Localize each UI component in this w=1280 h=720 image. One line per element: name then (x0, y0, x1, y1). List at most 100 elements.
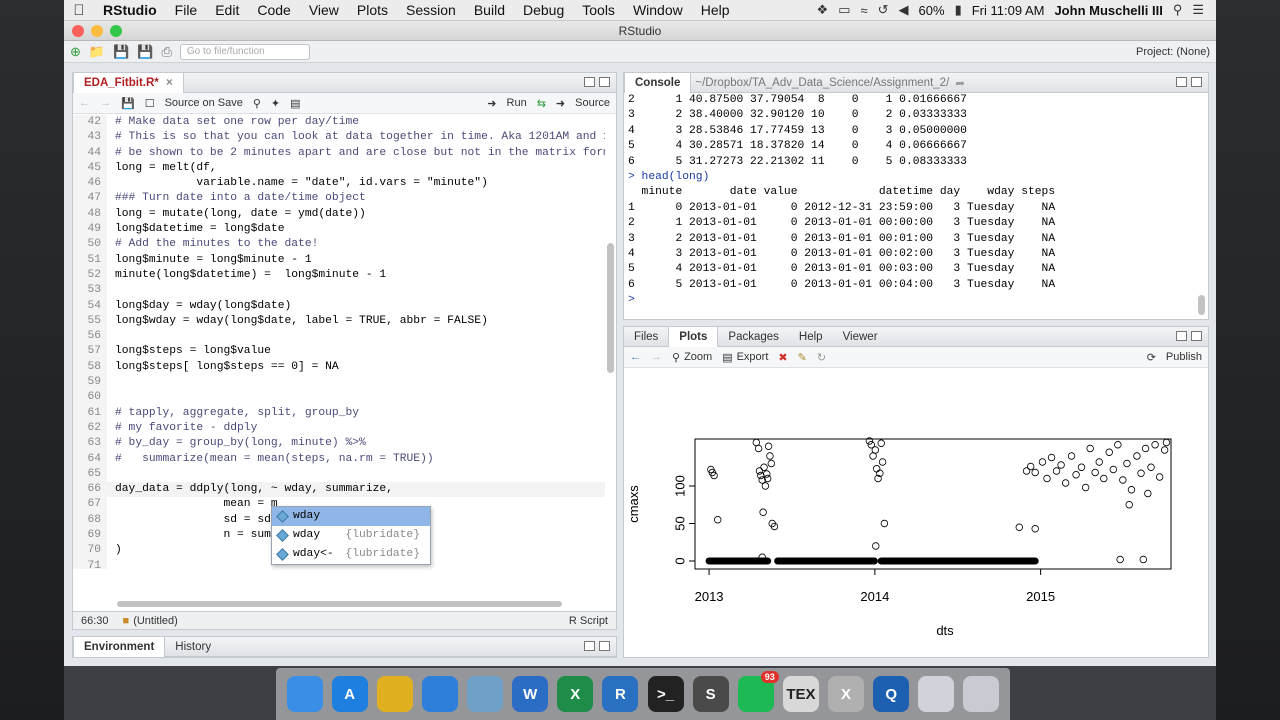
console-output[interactable]: 2 1 40.87500 37.79054 8 0 1 0.01666667 3 … (624, 93, 1208, 313)
code-line[interactable]: 62 # my favorite - ddply (73, 420, 605, 437)
new-file-icon[interactable]: ⊕ (70, 44, 81, 60)
tab-packages[interactable]: Packages (718, 327, 789, 347)
code-line[interactable]: 61 # tapply, aggregate, split, group_by (73, 405, 605, 421)
code-line[interactable]: 42 # Make data set one row per day/time (73, 115, 605, 131)
tab-files[interactable]: Files (624, 327, 668, 347)
volume-icon[interactable]: ◀ (899, 2, 909, 18)
code-line[interactable]: 44 # be shown to be 2 minutes apart and a… (73, 145, 605, 161)
menu-tools[interactable]: Tools (573, 2, 624, 18)
project-menu[interactable]: Project: (None) (1136, 46, 1210, 58)
save-file-icon[interactable]: 💾 (121, 97, 135, 110)
menu-file[interactable]: File (166, 2, 207, 18)
zoom-icon[interactable]: ⚲ (672, 351, 680, 364)
time-machine-icon[interactable]: ↺ (878, 2, 889, 18)
code-line[interactable]: 54 long$day = wday(long$date) (73, 298, 605, 314)
code-line[interactable]: 56 (73, 329, 605, 345)
menu-session[interactable]: Session (397, 2, 465, 18)
code-editor[interactable]: 42 # Make data set one row per day/time 43… (73, 115, 605, 569)
x11-icon[interactable]: X (828, 676, 865, 712)
clear-plots-icon[interactable]: ✎ (798, 351, 807, 364)
run-arrow-icon[interactable]: ➜ (487, 97, 496, 110)
open-project-icon[interactable]: 📁 (89, 44, 105, 60)
preview-icon[interactable] (467, 676, 504, 712)
wifi-icon[interactable]: ≈ (860, 3, 867, 18)
quicktime-icon[interactable]: Q (873, 676, 910, 712)
spotify-icon[interactable]: 93 (737, 671, 779, 712)
source-on-save-checkbox[interactable]: ☐ (145, 97, 155, 110)
minimize-window-button[interactable] (91, 25, 103, 37)
tex-icon[interactable]: TEX (782, 676, 819, 712)
print-icon[interactable]: ⎙ (161, 44, 171, 60)
forward-arrow-icon[interactable]: → (100, 97, 111, 109)
back-arrow-icon[interactable]: ← (79, 97, 90, 109)
user-name[interactable]: John Muschelli III (1054, 3, 1162, 18)
menu-plots[interactable]: Plots (348, 2, 397, 18)
minimize-pane-icon[interactable] (584, 641, 595, 651)
minimize-pane-icon[interactable] (584, 77, 595, 87)
code-line[interactable]: 43 # This is so that you can look at data… (73, 130, 605, 146)
remove-plot-icon[interactable]: ✖ (778, 351, 787, 364)
app-store-icon[interactable]: A (331, 676, 368, 712)
run-button[interactable]: Run (507, 97, 527, 109)
excel-icon[interactable]: X (557, 676, 594, 712)
code-line[interactable]: 49 long$datetime = long$date (73, 222, 605, 238)
chrome-icon[interactable] (376, 676, 413, 712)
code-line[interactable]: 59 (73, 375, 605, 391)
clock[interactable]: Fri 11:09 AM (972, 3, 1045, 18)
menu-app-name[interactable]: RStudio (94, 2, 166, 18)
battery-percent[interactable]: 60% (919, 3, 945, 18)
minimize-pane-icon[interactable] (1176, 77, 1187, 87)
close-window-button[interactable] (72, 25, 84, 37)
autocomplete-item[interactable]: wday (272, 507, 430, 526)
compile-notebook-icon[interactable]: ▤ (290, 97, 300, 110)
code-line[interactable]: 45 long = melt(df, (73, 160, 605, 177)
sublime-icon[interactable]: S (692, 676, 729, 712)
minimize-pane-icon[interactable] (1176, 331, 1187, 341)
menu-code[interactable]: Code (248, 2, 299, 18)
code-line[interactable]: 50 # Add the minutes to the date! (73, 237, 605, 253)
code-line[interactable]: 46 variable.name = "date", id.vars = "mi… (73, 176, 605, 192)
publish-button[interactable]: Publish (1166, 351, 1202, 363)
airplay-icon[interactable]: ▭ (838, 2, 850, 18)
word-icon[interactable]: W (512, 676, 549, 712)
goto-file-input[interactable]: Go to file/function (179, 43, 310, 60)
refresh-icon[interactable]: ↻ (817, 351, 826, 364)
dropbox-icon[interactable]: ❖ (817, 2, 829, 18)
rerun-icon[interactable]: ⇆ (537, 97, 546, 110)
code-line[interactable]: 66 day_data = ddply(long, ~ wday, summari… (73, 482, 605, 498)
save-icon[interactable]: 💾 (113, 44, 129, 60)
editor-vscrollbar[interactable] (607, 243, 614, 373)
tab-help[interactable]: Help (789, 327, 833, 347)
spotlight-icon[interactable]: ⚲ (1173, 2, 1183, 18)
code-line[interactable]: 57 long$steps = long$value (73, 344, 605, 360)
export-icon[interactable]: ▤ (722, 351, 732, 364)
tab-environment[interactable]: Environment (73, 636, 166, 657)
source-button[interactable]: Source (575, 97, 610, 109)
find-icon[interactable]: ⚲ (253, 97, 261, 110)
maximize-pane-icon[interactable] (1191, 331, 1202, 341)
document-icon[interactable] (918, 676, 955, 712)
tab-console[interactable]: Console (624, 72, 692, 93)
code-line[interactable]: 55 long$wday = wday(long$date, label = TR… (73, 313, 605, 330)
menu-help[interactable]: Help (692, 2, 739, 18)
close-tab-icon[interactable]: × (166, 77, 173, 89)
battery-icon[interactable]: ▮ (955, 2, 962, 18)
plot-back-icon[interactable]: ← (630, 351, 641, 363)
code-line[interactable]: 47 ### Turn date into a date/time object (73, 191, 605, 207)
tab-viewer[interactable]: Viewer (833, 327, 888, 347)
code-line[interactable]: 64 # summarize(mean = mean(steps, na.rm =… (73, 451, 605, 467)
code-line[interactable]: 63 # by_day = group_by(long, minute) %>% (73, 436, 605, 452)
scope-selector[interactable]: (Untitled) (133, 615, 178, 627)
filetype-selector[interactable]: R Script (569, 615, 608, 627)
plot-forward-icon[interactable]: → (651, 351, 662, 363)
code-line[interactable]: 52 minute(long$datetime) = long$minute - … (73, 267, 605, 284)
menu-edit[interactable]: Edit (206, 2, 248, 18)
publish-icon[interactable]: ⟳ (1147, 351, 1156, 364)
code-line[interactable]: 60 (73, 390, 605, 406)
wand-icon[interactable]: ✦ (271, 97, 280, 110)
export-button[interactable]: Export (737, 351, 769, 363)
code-line[interactable]: 51 long$minute = long$minute - 1 (73, 252, 605, 268)
r-icon[interactable]: R (602, 676, 639, 712)
autocomplete-item[interactable]: wday<- {lubridate} (272, 545, 430, 564)
autocomplete-item[interactable]: wday {lubridate} (272, 526, 430, 545)
